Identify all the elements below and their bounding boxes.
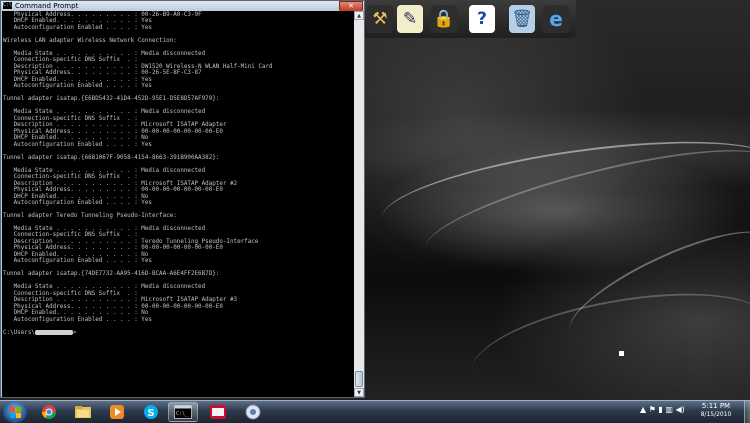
scroll-thumb[interactable]: [355, 371, 363, 387]
console-line: Media State . . . . . . . . . . . : Medi…: [13, 109, 206, 116]
console-area[interactable]: Physical Address. . . . . . . . . : 00-2…: [2, 11, 354, 397]
console-line: Connection-specific DNS Suffix . :: [13, 290, 138, 297]
console-line: Description . . . . . . . . . . . : Micr…: [13, 122, 227, 129]
svg-text:C:\_: C:\_: [176, 411, 189, 417]
console-line: Autoconfiguration Enabled . . . . : Yes: [13, 200, 152, 207]
console-line: Connection-specific DNS Suffix . :: [13, 232, 138, 239]
volume-icon[interactable]: ◀): [675, 405, 684, 414]
command-prompt-window[interactable]: C:\ Command Prompt ✕ Physical Address. .…: [0, 0, 365, 398]
window-title-bar[interactable]: C:\ Command Prompt ✕: [1, 1, 364, 12]
system-tray: ▲ ⚑ ▮ ▥ ◀): [640, 405, 685, 414]
console-line: DHCP Enabled. . . . . . . . . . . : No: [13, 193, 149, 200]
console-line: Tunnel adapter isatap.{6681067F-9058-415…: [3, 154, 220, 161]
console-line: DHCP Enabled. . . . . . . . . . . : No: [13, 251, 149, 258]
console-line: Connection-specific DNS Suffix . :: [13, 174, 138, 181]
scroll-up-arrow-icon[interactable]: ▲: [354, 11, 364, 20]
redacted-username: [34, 329, 73, 335]
console-line: Physical Address. . . . . . . . . : 00-0…: [13, 303, 223, 310]
console-line: Autoconfiguration Enabled . . . . : Yes: [13, 141, 152, 148]
command-prompt-line: C:\Users\ >: [3, 329, 77, 336]
console-line: DHCP Enabled. . . . . . . . . . . : Yes: [13, 76, 152, 83]
svg-text:S: S: [147, 408, 154, 419]
clock-time: 5:11 PM: [701, 402, 731, 410]
explorer-icon: [75, 406, 91, 418]
console-line: Connection-specific DNS Suffix . :: [13, 57, 138, 64]
dock-bar: ⚒ ✎ 🔒 ? 🗑 e: [363, 0, 576, 38]
show-desktop-button[interactable]: [744, 401, 750, 423]
console-line: Tunnel adapter Teredo Tunneling Pseudo-I…: [3, 213, 177, 220]
control-panel-icon: [245, 404, 261, 420]
console-line: Tunnel adapter isatap.{74DE7732-AA95-416…: [3, 271, 220, 278]
taskbar-skype-button[interactable]: S: [136, 402, 166, 422]
media-player-icon: [110, 405, 124, 419]
console-line: Physical Address. . . . . . . . . : 00-0…: [13, 187, 223, 194]
console-line: Media State . . . . . . . . . . . : Medi…: [13, 167, 206, 174]
clock[interactable]: 5:11 PM 8/15/2010: [690, 402, 742, 419]
console-line: Description . . . . . . . . . . . : Micr…: [13, 297, 238, 304]
console-line: Media State . . . . . . . . . . . : Medi…: [13, 50, 206, 57]
taskbar-acrobat-button[interactable]: [203, 402, 233, 422]
console-line: Media State . . . . . . . . . . . : Medi…: [13, 225, 206, 232]
console-line: Description . . . . . . . . . . . : Micr…: [13, 180, 238, 187]
console-output: Physical Address. . . . . . . . . : 00-2…: [3, 12, 273, 336]
console-line: DHCP Enabled. . . . . . . . . . . : No: [13, 310, 149, 317]
console-line: Description . . . . . . . . . . . : Tere…: [13, 238, 259, 245]
console-line: DHCP Enabled. . . . . . . . . . . : No: [13, 135, 149, 142]
recycle-bin-icon[interactable]: 🗑: [509, 5, 535, 33]
clock-date: 8/15/2010: [700, 411, 732, 418]
taskbar-control-panel-button[interactable]: [238, 402, 268, 422]
console-line: Media State . . . . . . . . . . . : Medi…: [13, 284, 206, 291]
help-icon[interactable]: ?: [469, 5, 495, 33]
battery-icon[interactable]: ▮: [658, 405, 662, 414]
taskbar-media-player-button[interactable]: [102, 402, 132, 422]
console-line: Wireless LAN adapter Wireless Network Co…: [3, 37, 177, 44]
lock-icon[interactable]: 🔒: [431, 5, 457, 33]
skype-icon: S: [144, 405, 158, 419]
network-icon[interactable]: ▥: [665, 405, 673, 414]
console-line: Autoconfiguration Enabled . . . . : Yes: [13, 258, 152, 265]
tools-icon[interactable]: ⚒: [367, 5, 393, 33]
chrome-icon: [42, 405, 56, 419]
taskbar-chrome-button[interactable]: [34, 402, 64, 422]
console-line: Autoconfiguration Enabled . . . . : Yes: [13, 83, 152, 90]
vertical-scrollbar[interactable]: ▲ ▼: [354, 11, 364, 397]
console-line: Physical Address. . . . . . . . . : 00-2…: [13, 70, 202, 77]
mouse-cursor-dot: [619, 351, 624, 356]
console-line: Description . . . . . . . . . . . : DW15…: [13, 63, 273, 70]
console-line: Tunnel adapter isatap.{E6BD5432-41D4-452…: [3, 96, 220, 103]
console-line: Autoconfiguration Enabled . . . . : Yes: [13, 316, 152, 323]
console-line: Autoconfiguration Enabled . . . . : Yes: [13, 24, 152, 31]
start-button[interactable]: [3, 401, 27, 423]
taskbar-command-prompt-button[interactable]: C:\_: [168, 402, 198, 422]
taskbar: S C:\_ ▲ ⚑ ▮ ▥ ◀) 5:11 PM 8/15/2010: [0, 400, 750, 423]
action-center-flag-icon[interactable]: ⚑: [649, 405, 656, 414]
notes-icon[interactable]: ✎: [397, 5, 423, 33]
show-hidden-icons-icon[interactable]: ▲: [640, 405, 646, 414]
console-line: Physical Address. . . . . . . . . : 00-0…: [13, 128, 223, 135]
console-line: Connection-specific DNS Suffix . :: [13, 115, 138, 122]
acrobat-icon: [210, 405, 226, 419]
scroll-down-arrow-icon[interactable]: ▼: [354, 388, 364, 397]
taskbar-explorer-button[interactable]: [68, 402, 98, 422]
console-line: Physical Address. . . . . . . . . : 00-2…: [13, 12, 202, 18]
console-line: Physical Address. . . . . . . . . : 00-0…: [13, 245, 223, 252]
command-prompt-icon: C:\: [3, 2, 13, 9]
command-prompt-icon: C:\_: [174, 405, 192, 419]
window-title: Command Prompt: [15, 2, 79, 10]
internet-explorer-icon[interactable]: e: [543, 5, 569, 33]
console-line: DHCP Enabled. . . . . . . . . . . : Yes: [13, 18, 152, 25]
